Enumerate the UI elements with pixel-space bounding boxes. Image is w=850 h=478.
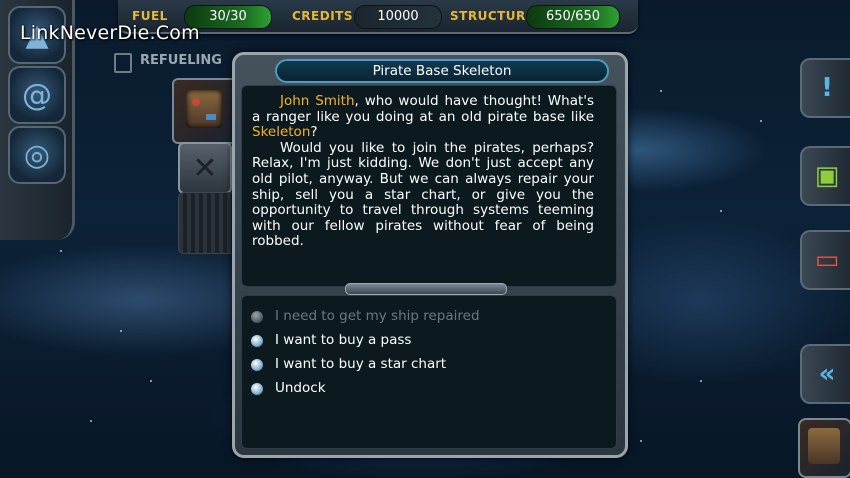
- alert-icon[interactable]: !: [800, 58, 850, 118]
- option-label: I need to get my ship repaired: [275, 308, 480, 324]
- galaxy-icon[interactable]: @: [8, 66, 66, 124]
- option-bullet-icon: [250, 310, 264, 324]
- decorative-pipes: [178, 192, 238, 254]
- structure-label: STRUCTURE: [450, 9, 535, 23]
- credits-value: 10000: [354, 5, 442, 29]
- option-label: Undock: [275, 380, 326, 396]
- option-bullet-icon: [250, 334, 264, 348]
- watermark: LinkNeverDie.Com: [20, 22, 200, 44]
- option-label: I want to buy a star chart: [275, 356, 447, 372]
- dialog-paragraph-2: Would you like to join the pirates, perh…: [252, 139, 594, 250]
- option-bullet-icon: [250, 382, 264, 396]
- panel-divider: [345, 283, 507, 295]
- back-icon[interactable]: «: [800, 344, 850, 404]
- dialog-title: Pirate Base Skeleton: [275, 59, 609, 83]
- structure-value: 650/650: [526, 5, 620, 29]
- dialog-paragraph-1: John Smith, who would have thought! What…: [252, 93, 594, 141]
- pirate-base-icon: [186, 90, 222, 128]
- cargo-icon[interactable]: ▣: [800, 146, 850, 206]
- dialog-window: Pirate Base Skeleton John Smith, who wou…: [232, 52, 628, 458]
- refueling-label: REFUELING: [140, 53, 222, 68]
- option-undock[interactable]: Undock: [250, 378, 326, 398]
- option-buy-star-chart[interactable]: I want to buy a star chart: [250, 354, 446, 374]
- option-buy-pass[interactable]: I want to buy a pass: [250, 330, 411, 350]
- base-name: Skeleton: [252, 124, 311, 141]
- radar-icon[interactable]: ◎: [8, 126, 66, 184]
- base-portrait: [172, 78, 238, 144]
- dialog-text-end: ?: [310, 124, 318, 141]
- option-repair-ship: I need to get my ship repaired: [250, 306, 480, 326]
- close-icon: ✕: [192, 150, 218, 186]
- fuel-label: FUEL: [132, 9, 168, 23]
- player-name: John Smith: [280, 93, 355, 109]
- fuel-can-icon: [114, 53, 132, 73]
- option-bullet-icon: [250, 358, 264, 372]
- station-button[interactable]: [798, 418, 850, 478]
- station-icon: [808, 428, 840, 464]
- credits-label: CREDITS: [292, 9, 353, 23]
- dialog-text-panel: John Smith, who would have thought! What…: [241, 85, 617, 287]
- refueling-status[interactable]: REFUELING: [110, 48, 230, 74]
- dialog-options: I need to get my ship repaired I want to…: [241, 295, 617, 449]
- message-icon[interactable]: ▭: [800, 230, 850, 290]
- close-button[interactable]: ✕: [178, 142, 232, 194]
- option-label: I want to buy a pass: [275, 332, 412, 348]
